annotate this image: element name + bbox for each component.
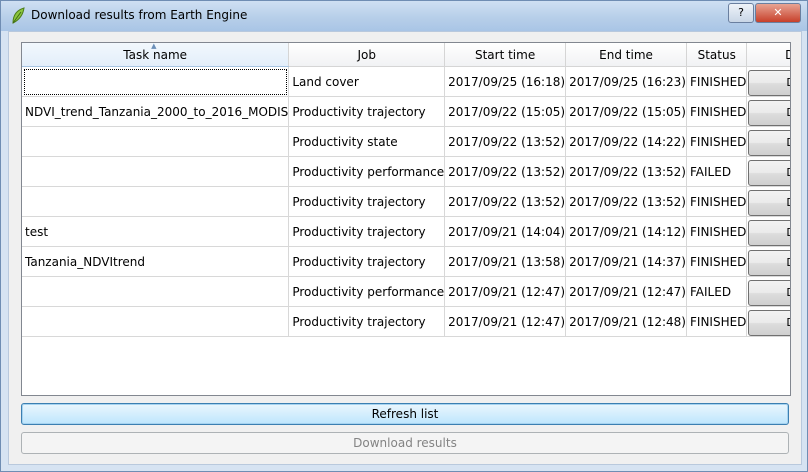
details-button[interactable]: Details xyxy=(748,99,790,126)
start-time-cell: 2017/09/21 (13:58) xyxy=(444,246,567,277)
qgis-leaf-icon xyxy=(12,7,25,24)
dialog-window: Download results from Earth Engine ? ✕ ▲… xyxy=(0,0,808,472)
status-cell: FINISHED xyxy=(686,246,748,277)
end-time-cell: 2017/09/21 (14:12) xyxy=(565,216,687,247)
details-button[interactable]: Details xyxy=(748,129,790,156)
end-time-cell: 2017/09/22 (13:52) xyxy=(565,156,687,187)
end-time-cell: 2017/09/21 (14:37) xyxy=(565,246,687,277)
status-cell: FAILED xyxy=(686,276,748,307)
start-time-cell: 2017/09/22 (13:52) xyxy=(444,186,567,217)
task-name-cell[interactable] xyxy=(22,66,290,97)
details-button[interactable]: Details xyxy=(748,309,790,336)
end-time-cell: 2017/09/21 (12:48) xyxy=(565,306,687,337)
status-cell: FINISHED xyxy=(686,216,748,247)
refresh-list-button[interactable]: Refresh list xyxy=(21,403,789,425)
job-cell: Productivity trajectory xyxy=(288,216,446,247)
start-time-cell: 2017/09/22 (15:05) xyxy=(444,96,567,127)
table-row[interactable]: Productivity trajectory 2017/09/21 (12:4… xyxy=(22,306,790,337)
table-row[interactable]: Land cover 2017/09/25 (16:18) 2017/09/25… xyxy=(22,66,790,97)
job-cell: Productivity trajectory xyxy=(288,246,446,277)
end-time-cell: 2017/09/25 (16:23) xyxy=(565,66,687,97)
column-header-start-time[interactable]: Start time xyxy=(444,43,567,67)
sort-arrow-icon: ▲ xyxy=(151,42,157,50)
column-header-details[interactable]: Details xyxy=(746,43,790,67)
dialog-body: ▲ Task name Job Start time End time Stat… xyxy=(8,31,802,465)
column-header-end-time[interactable]: End time xyxy=(565,43,687,67)
column-header-status[interactable]: Status xyxy=(686,43,748,67)
task-name-cell[interactable] xyxy=(22,126,290,157)
job-cell: Productivity trajectory xyxy=(288,96,446,127)
start-time-cell: 2017/09/21 (12:47) xyxy=(444,306,567,337)
title-bar: Download results from Earth Engine ? ✕ xyxy=(1,1,807,31)
end-time-cell: 2017/09/22 (15:05) xyxy=(565,96,687,127)
download-results-button[interactable]: Download results xyxy=(21,432,789,454)
table-row[interactable]: NDVI_trend_Tanzania_2000_to_2016_MODIS P… xyxy=(22,96,790,127)
details-button[interactable]: Details xyxy=(748,279,790,306)
start-time-cell: 2017/09/21 (14:04) xyxy=(444,216,567,247)
status-cell: FAILED xyxy=(686,156,748,187)
column-header-task-name[interactable]: ▲ Task name xyxy=(22,42,290,67)
status-cell: FINISHED xyxy=(686,126,748,157)
table-header-row: ▲ Task name Job Start time End time Stat… xyxy=(22,42,790,67)
details-button[interactable]: Details xyxy=(748,219,790,246)
close-button[interactable]: ✕ xyxy=(755,3,801,23)
details-button[interactable]: Details xyxy=(748,249,790,276)
task-name-cell[interactable] xyxy=(22,276,290,307)
job-cell: Productivity state xyxy=(288,126,446,157)
table-row[interactable]: Tanzania_NDVItrend Productivity trajecto… xyxy=(22,246,790,277)
table-row[interactable]: Productivity trajectory 2017/09/22 (13:5… xyxy=(22,186,790,217)
job-cell: Land cover xyxy=(288,66,446,97)
start-time-cell: 2017/09/21 (12:47) xyxy=(444,276,567,307)
end-time-cell: 2017/09/21 (12:47) xyxy=(565,276,687,307)
status-cell: FINISHED xyxy=(686,66,748,97)
status-cell: FINISHED xyxy=(686,96,748,127)
tasks-table[interactable]: ▲ Task name Job Start time End time Stat… xyxy=(21,42,791,396)
help-button[interactable]: ? xyxy=(728,3,754,23)
end-time-cell: 2017/09/22 (13:52) xyxy=(565,186,687,217)
start-time-cell: 2017/09/25 (16:18) xyxy=(444,66,567,97)
column-header-job[interactable]: Job xyxy=(288,43,446,67)
table-row[interactable]: test Productivity trajectory 2017/09/21 … xyxy=(22,216,790,247)
task-name-cell[interactable] xyxy=(22,156,290,187)
task-name-cell[interactable] xyxy=(22,306,290,337)
status-cell: FINISHED xyxy=(686,306,748,337)
table-row[interactable]: Productivity performance 2017/09/22 (13:… xyxy=(22,156,790,187)
start-time-cell: 2017/09/22 (13:52) xyxy=(444,126,567,157)
job-cell: Productivity trajectory xyxy=(288,306,446,337)
table-row[interactable]: Productivity performance 2017/09/21 (12:… xyxy=(22,276,790,307)
start-time-cell: 2017/09/22 (13:52) xyxy=(444,156,567,187)
job-cell: Productivity trajectory xyxy=(288,186,446,217)
details-button[interactable]: Details xyxy=(748,159,790,186)
job-cell: Productivity performance xyxy=(288,156,446,187)
details-button[interactable]: Details xyxy=(748,189,790,216)
task-name-cell[interactable]: test xyxy=(22,216,290,247)
job-cell: Productivity performance xyxy=(288,276,446,307)
end-time-cell: 2017/09/22 (14:22) xyxy=(565,126,687,157)
status-cell: FINISHED xyxy=(686,186,748,217)
window-title: Download results from Earth Engine xyxy=(31,8,248,22)
table-row[interactable]: Productivity state 2017/09/22 (13:52) 20… xyxy=(22,126,790,157)
task-name-cell[interactable]: NDVI_trend_Tanzania_2000_to_2016_MODIS xyxy=(22,96,290,127)
task-name-cell[interactable]: Tanzania_NDVItrend xyxy=(22,246,290,277)
details-button[interactable]: Details xyxy=(748,69,790,96)
task-name-cell[interactable] xyxy=(22,186,290,217)
